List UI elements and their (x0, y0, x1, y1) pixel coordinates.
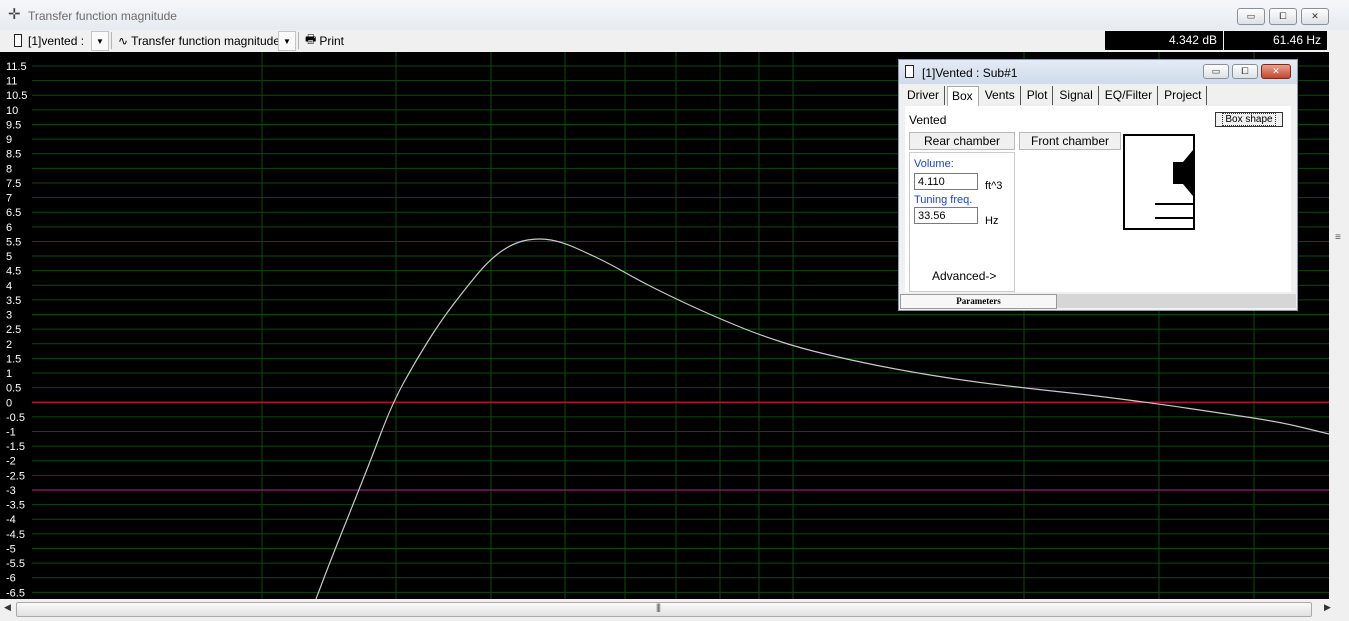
driver-select[interactable]: [1]vented : (14, 31, 84, 50)
y-tick-label: -5 (6, 543, 16, 555)
minimize-button[interactable]: ▭ (1237, 8, 1265, 25)
horizontal-scrollbar[interactable]: ◀ ||| ▶ (0, 599, 1349, 621)
hz-readout: 61.46 Hz (1224, 31, 1327, 50)
dialog-tabs: Driver Box Vents Plot Signal EQ/Filter P… (903, 86, 1209, 106)
y-tick-label: 2.5 (6, 324, 21, 336)
dialog-close-button[interactable]: ✕ (1261, 64, 1291, 79)
tab-signal[interactable]: Signal (1055, 86, 1099, 105)
y-tick-label: 11 (6, 76, 17, 88)
advanced-button[interactable]: Advanced-> (932, 269, 996, 283)
y-tick-label: 10.5 (6, 90, 27, 102)
volume-label: Volume: (914, 158, 954, 170)
vertical-scrollbar[interactable]: ≡ (1329, 52, 1349, 599)
box-type-label: Vented (909, 113, 947, 127)
scroll-thumb[interactable] (16, 602, 1312, 617)
y-tick-label: -2 (6, 456, 16, 468)
y-tick-label: 11.5 (6, 61, 27, 73)
y-axis-labels: 11.51110.5109.598.587.576.565.554.543.53… (6, 61, 27, 599)
dialog-statusbar: Parameters (900, 294, 1296, 309)
y-tick-label: 0 (6, 397, 12, 409)
tuning-freq-label: Tuning freq. (914, 194, 973, 206)
box-shape-button[interactable]: Box shape (1215, 112, 1283, 127)
tuning-freq-unit: Hz (985, 215, 999, 227)
speaker-icon (905, 65, 914, 78)
tab-driver[interactable]: Driver (903, 86, 945, 105)
db-readout: 4.342 dB (1105, 31, 1223, 50)
chevron-down-icon: ▼ (283, 36, 291, 46)
rear-chamber-button[interactable]: Rear chamber (909, 132, 1015, 150)
driver-dropdown-button[interactable]: ▼ (91, 31, 109, 51)
y-tick-label: 1.5 (6, 353, 21, 365)
plot-type-dropdown-button[interactable]: ▼ (278, 31, 296, 51)
dialog-minimize-button[interactable]: ▭ (1203, 64, 1229, 79)
window-titlebar: ✛ Transfer function magnitude ▭ ⧠ ✕ (0, 0, 1349, 30)
y-tick-label: -4 (6, 514, 16, 526)
print-button[interactable]: 🖶 Print (305, 31, 344, 50)
y-tick-label: -3 (6, 485, 16, 497)
y-tick-label: 5.5 (6, 236, 21, 248)
y-tick-label: 10 (6, 105, 18, 117)
y-tick-label: 8 (6, 163, 12, 175)
y-tick-label: -1 (6, 427, 16, 439)
y-tick-label: 3.5 (6, 295, 21, 307)
y-tick-label: 3 (6, 310, 12, 322)
tab-eq-filter[interactable]: EQ/Filter (1101, 86, 1159, 105)
box-tab-panel: Vented Box shape Rear chamber Front cham… (905, 106, 1291, 292)
speaker-icon (14, 34, 22, 47)
box-shape-label: Box shape (1222, 113, 1276, 126)
print-label: Print (319, 33, 345, 48)
y-tick-label: 0.5 (6, 383, 21, 395)
tab-vents[interactable]: Vents (981, 86, 1021, 105)
y-tick-label: 9 (6, 134, 12, 146)
maximize-button[interactable]: ⧠ (1269, 8, 1297, 25)
y-tick-label: 9.5 (6, 119, 21, 131)
tuning-freq-field[interactable]: 33.56 (914, 207, 978, 224)
y-tick-label: -5.5 (6, 558, 25, 570)
y-tick-label: 4 (6, 280, 12, 292)
dialog-titlebar[interactable]: [1]Vented : Sub#1 ▭ ⧠ ✕ (899, 60, 1297, 84)
y-tick-label: 7 (6, 193, 12, 205)
y-tick-label: -3.5 (6, 500, 25, 512)
y-tick-label: 7.5 (6, 178, 21, 190)
dialog-title: [1]Vented : Sub#1 (922, 66, 1018, 80)
scroll-right-icon[interactable]: ▶ (1324, 602, 1331, 613)
y-tick-label: 8.5 (6, 149, 21, 161)
volume-field[interactable]: 4.110 (914, 173, 978, 190)
toolbar: [1]vented : ▼ ∿ Transfer function magnit… (0, 30, 1349, 52)
tab-project[interactable]: Project (1160, 86, 1208, 105)
plot-type-label: Transfer function magnitude (131, 33, 281, 48)
y-tick-label: 5 (6, 251, 12, 263)
scroll-grip-icon: ≡ (1335, 232, 1341, 243)
y-tick-label: 6 (6, 222, 12, 234)
y-tick-label: -4.5 (6, 529, 25, 541)
y-tick-label: 4.5 (6, 266, 21, 278)
y-tick-label: -2.5 (6, 470, 25, 482)
waveform-icon: ∿ (118, 33, 129, 48)
y-tick-label: -6 (6, 573, 16, 585)
scroll-grip-icon: ||| (656, 602, 661, 612)
box-parameters-dialog: [1]Vented : Sub#1 ▭ ⧠ ✕ Driver Box Vents… (898, 59, 1298, 311)
y-axis: 11.5 11 10.5 10 9.5 9 8.5 8 7.5 7 6.5 6 5.5 5 4.5 4 3.5 3… (0, 52, 32, 599)
y-tick-label: -0.5 (6, 412, 25, 424)
y-tick-label: 6.5 (6, 207, 21, 219)
y-tick-label: 2 (6, 339, 12, 351)
y-tick-label: -1.5 (6, 441, 25, 453)
tab-plot[interactable]: Plot (1023, 86, 1054, 105)
move-cross-icon: ✛ (8, 6, 21, 23)
front-chamber-button[interactable]: Front chamber (1019, 132, 1121, 150)
y-tick-label: 1 (6, 368, 12, 380)
window-title: Transfer function magnitude (28, 9, 177, 23)
y-tick-label: -6.5 (6, 587, 25, 599)
driver-select-label: [1]vented : (28, 33, 85, 48)
close-button[interactable]: ✕ (1301, 8, 1329, 25)
chevron-down-icon: ▼ (96, 36, 104, 46)
dialog-maximize-button[interactable]: ⧠ (1232, 64, 1258, 79)
printer-icon: 🖶 (305, 32, 317, 46)
box-diagram (1123, 134, 1195, 230)
parameters-tab[interactable]: Parameters (900, 294, 1057, 309)
tab-box[interactable]: Box (947, 86, 979, 106)
volume-unit: ft^3 (985, 180, 1003, 192)
plot-type-select[interactable]: ∿ Transfer function magnitude (118, 31, 280, 50)
scroll-left-icon[interactable]: ◀ (4, 602, 11, 613)
